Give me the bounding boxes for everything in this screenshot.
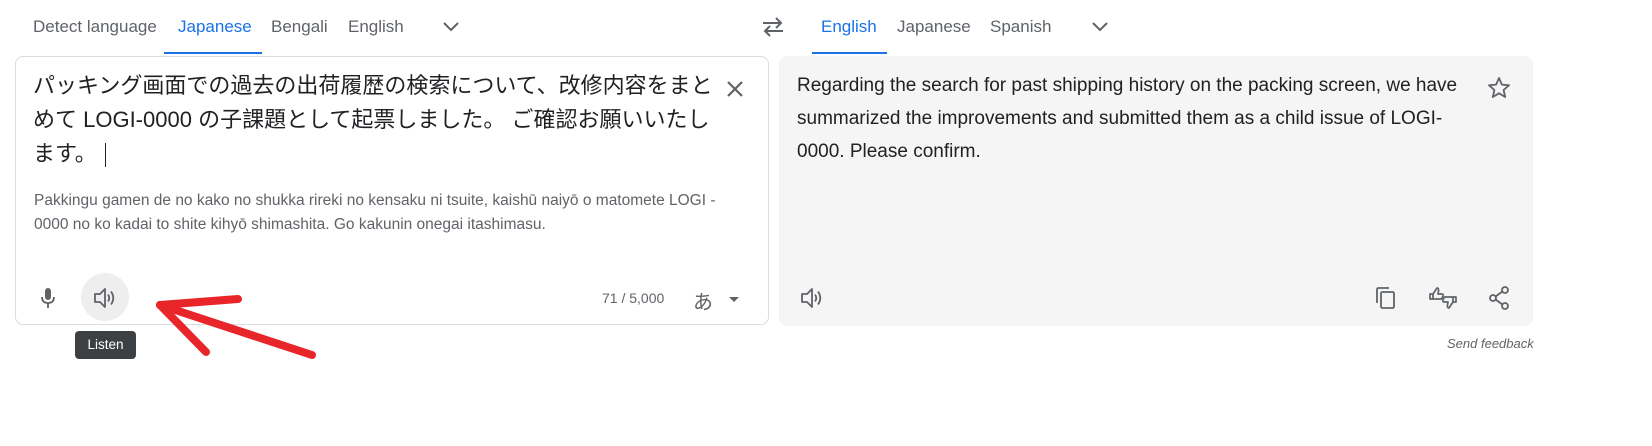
input-tools-dropdown-icon[interactable] [726, 292, 742, 308]
listen-tooltip: Listen [75, 331, 136, 359]
tab-target-spanish[interactable]: Spanish [990, 16, 1051, 38]
character-count: 71 / 5,000 [602, 290, 665, 306]
share-icon[interactable] [1485, 284, 1513, 312]
send-feedback-link[interactable]: Send feedback [1447, 336, 1534, 351]
rate-translation-icon[interactable] [1427, 284, 1459, 312]
microphone-icon[interactable] [34, 284, 62, 312]
source-text-input[interactable]: パッキング画面での過去の出荷履歴の検索について、改修内容をまとめて LOGI-0… [33, 69, 723, 171]
source-romanization: Pakkingu gamen de no kako no shukka rire… [34, 192, 716, 233]
source-tab-indicator [164, 52, 262, 54]
star-icon[interactable] [1485, 74, 1513, 102]
source-languages-dropdown-icon[interactable] [438, 14, 464, 40]
swap-languages-icon[interactable] [757, 12, 789, 42]
text-caret [104, 143, 106, 168]
input-tools-button[interactable]: あ [693, 286, 713, 315]
translation-speaker-icon[interactable] [798, 284, 826, 312]
copy-icon[interactable] [1371, 284, 1399, 312]
source-text: パッキング画面での過去の出荷履歴の検索について、改修内容をまとめて LOGI-0… [33, 73, 713, 166]
close-icon[interactable] [721, 75, 749, 103]
speaker-icon[interactable] [91, 284, 119, 312]
tab-target-japanese[interactable]: Japanese [897, 16, 971, 38]
target-languages-dropdown-icon[interactable] [1087, 14, 1113, 40]
tab-source-english[interactable]: English [348, 16, 404, 38]
tab-target-english[interactable]: English [821, 16, 877, 38]
translation-text: Regarding the search for past shipping h… [797, 75, 1458, 162]
tab-source-japanese[interactable]: Japanese [178, 16, 252, 38]
tab-detect-language[interactable]: Detect language [33, 16, 157, 38]
tab-source-bengali[interactable]: Bengali [271, 16, 328, 38]
target-tab-indicator [812, 52, 887, 54]
